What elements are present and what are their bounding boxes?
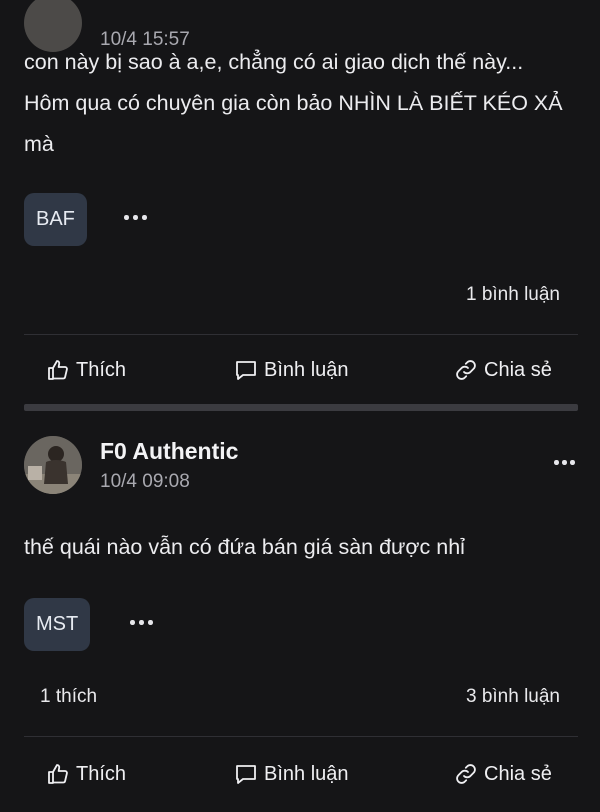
link-icon bbox=[456, 764, 476, 784]
comment-count[interactable]: 3 bình luận bbox=[466, 686, 560, 708]
share-button[interactable]: Chia sẻ bbox=[454, 350, 552, 390]
comment-button[interactable]: Bình luận bbox=[234, 350, 349, 390]
separator bbox=[24, 334, 578, 335]
post-stats: 1 thích 3 bình luận bbox=[24, 686, 560, 716]
link-icon bbox=[456, 360, 476, 380]
post-actions: Thích Bình luận Chia sẻ bbox=[24, 350, 578, 390]
post-content: con này bị sao à a,e, chẳng có ai giao d… bbox=[24, 50, 563, 156]
more-icon[interactable] bbox=[552, 452, 578, 472]
like-button[interactable]: Thích bbox=[46, 350, 126, 390]
post-content: thế quái nào vẫn có đứa bán giá sàn được… bbox=[24, 535, 465, 559]
like-button[interactable]: Thích bbox=[46, 754, 126, 794]
thumbs-up-icon bbox=[48, 360, 68, 380]
post-stats: 1 bình luận bbox=[24, 284, 560, 314]
more-icon[interactable] bbox=[124, 207, 154, 231]
like-label: Thích bbox=[76, 762, 127, 785]
share-button[interactable]: Chia sẻ bbox=[454, 754, 552, 794]
post-card: 10/4 15:57 con này bị sao à a,e, chẳng c… bbox=[0, 0, 600, 400]
ticker-row: MST bbox=[24, 598, 153, 652]
post-time: 10/4 09:08 bbox=[100, 471, 190, 492]
comment-count[interactable]: 1 bình luận bbox=[466, 284, 560, 306]
more-icon[interactable] bbox=[130, 612, 160, 636]
post-header: F0 Authentic 10/4 09:08 bbox=[24, 436, 578, 496]
separator bbox=[24, 736, 578, 737]
comment-icon bbox=[236, 765, 256, 784]
comment-label: Bình luận bbox=[264, 358, 349, 381]
like-label: Thích bbox=[76, 358, 127, 381]
avatar[interactable] bbox=[24, 436, 82, 494]
comment-icon bbox=[236, 361, 256, 380]
share-label: Chia sẻ bbox=[484, 358, 552, 381]
thumbs-up-icon bbox=[48, 764, 68, 784]
post-divider bbox=[24, 404, 578, 411]
ticker-tag[interactable]: MST bbox=[24, 598, 91, 651]
like-count[interactable]: 1 thích bbox=[40, 686, 97, 708]
post-actions: Thích Bình luận Chia sẻ bbox=[24, 754, 578, 794]
ticker-row: BAF bbox=[24, 193, 147, 247]
comment-button[interactable]: Bình luận bbox=[234, 754, 349, 794]
post-card: F0 Authentic 10/4 09:08 thế quái nào vẫn… bbox=[0, 412, 600, 812]
ticker-tag[interactable]: BAF bbox=[24, 193, 87, 246]
share-label: Chia sẻ bbox=[484, 762, 552, 785]
author-name[interactable]: F0 Authentic bbox=[100, 438, 238, 465]
comment-label: Bình luận bbox=[264, 762, 349, 785]
